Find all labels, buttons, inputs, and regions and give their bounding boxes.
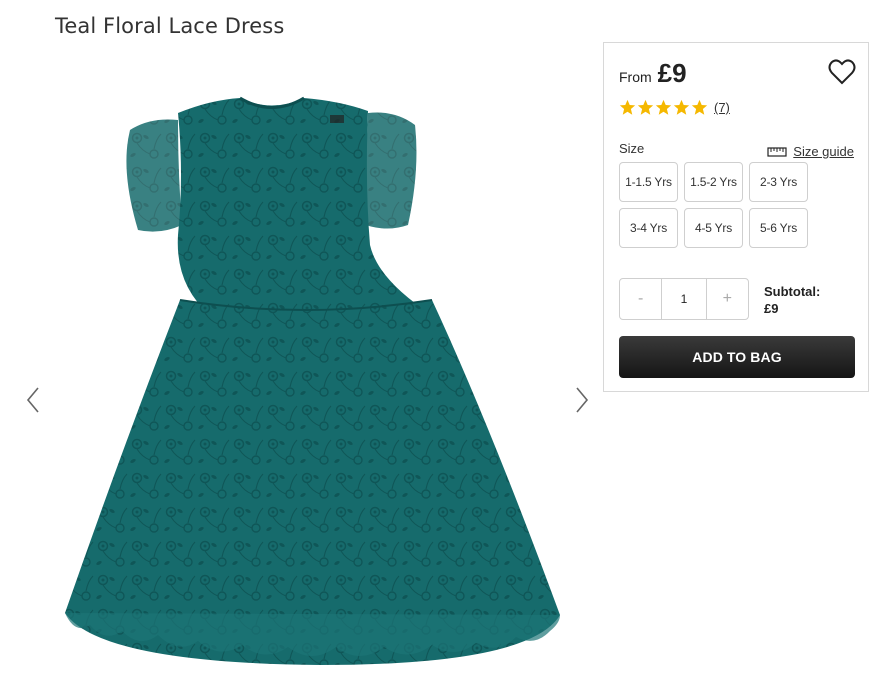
add-to-bag-button[interactable]: ADD TO BAG [619,336,855,378]
product-title: Teal Floral Lace Dress [55,14,285,39]
price-row: From £9 [619,58,687,89]
price-value: £9 [657,58,687,88]
size-option[interactable]: 4-5 Yrs [684,208,743,248]
star-icon [691,99,708,115]
wishlist-button[interactable] [828,59,856,85]
heart-icon [828,59,856,85]
chevron-left-icon [26,387,39,413]
gallery-next-button[interactable] [567,380,597,420]
size-option[interactable]: 2-3 Yrs [749,162,808,202]
subtotal-value: £9 [764,301,779,316]
review-count-link[interactable]: (7) [714,100,730,115]
star-icon [619,99,636,115]
size-option[interactable]: 1-1.5 Yrs [619,162,678,202]
product-gallery [0,40,600,693]
product-image [65,96,560,665]
buy-box: From £9 (7) Size Size guide 1-1.5 Yrs 1.… [603,42,869,392]
size-label: Size [619,141,645,156]
size-guide-label: Size guide [793,144,854,159]
quantity-stepper: - 1 + [619,278,749,320]
size-guide-link[interactable]: Size guide [767,144,854,159]
rating-stars [619,99,709,116]
subtotal-label: Subtotal: [764,284,821,299]
star-icon [655,99,672,115]
chevron-right-icon [576,387,589,413]
size-option[interactable]: 1.5-2 Yrs [684,162,743,202]
size-option[interactable]: 3-4 Yrs [619,208,678,248]
ruler-icon [767,146,787,157]
star-icon [673,99,690,115]
price-from-label: From [619,69,652,85]
subtotal: Subtotal: £9 [764,283,820,317]
quantity-input[interactable]: 1 [661,279,707,319]
star-icon [637,99,654,115]
quantity-decrease-button[interactable]: - [620,279,661,319]
gallery-prev-button[interactable] [18,380,48,420]
product-rating: (7) [619,99,730,116]
quantity-increase-button[interactable]: + [707,279,748,319]
size-option[interactable]: 5-6 Yrs [749,208,808,248]
size-options: 1-1.5 Yrs 1.5-2 Yrs 2-3 Yrs 3-4 Yrs 4-5 … [619,162,819,254]
